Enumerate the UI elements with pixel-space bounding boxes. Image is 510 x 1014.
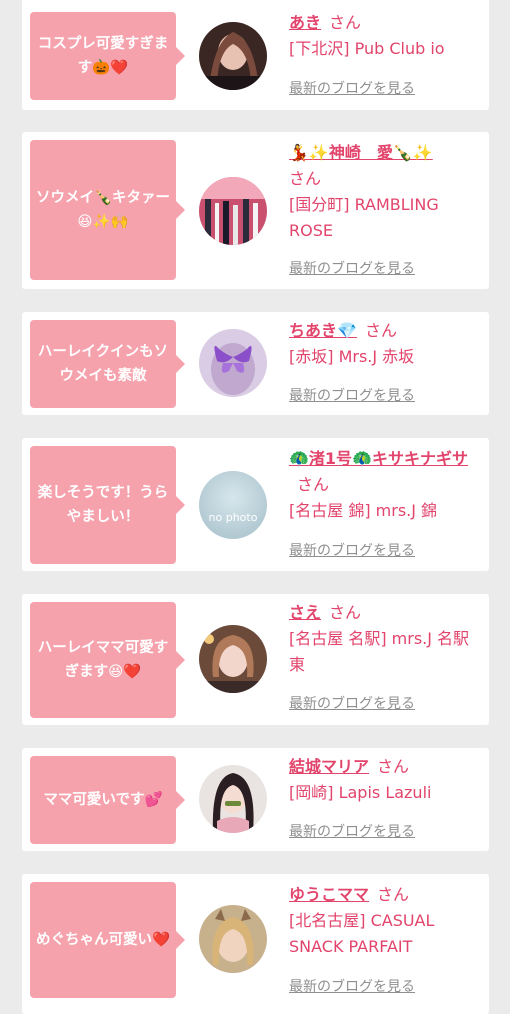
- comment-card: めぐちゃん可愛い❤️ ゆうこママ さん [北名古屋] CASUAL SNACK P…: [22, 874, 489, 1014]
- cast-name-link[interactable]: 結城マリア: [289, 757, 369, 776]
- comment-text: ソウメイ🍾キタァー😆✨🙌: [35, 190, 171, 230]
- shop-name: [下北沢] Pub Club io: [289, 39, 445, 58]
- shop-name: [国分町] RAMBLING ROSE: [289, 195, 439, 240]
- honorific: さん: [364, 321, 397, 340]
- latest-blog-link[interactable]: 最新のブログを見る: [289, 385, 415, 405]
- comment-card: ハーレイママ可愛すぎます😆❤️ さえ さん [名古屋 名駅] mrs.J 名駅東 …: [22, 594, 489, 725]
- comment-bubble: コスプレ可愛すぎます🎃❤️: [30, 12, 185, 100]
- avatar[interactable]: [199, 765, 267, 833]
- latest-blog-link[interactable]: 最新のブログを見る: [289, 821, 415, 841]
- comment-text: ハーレイクインもソウメイも素敵: [37, 344, 169, 384]
- comment-text: 楽しそうです！うらやましい！: [37, 485, 169, 525]
- comment-text: コスプレ可愛すぎます🎃❤️: [37, 36, 169, 76]
- cast-name-link[interactable]: あき: [289, 13, 321, 32]
- comment-card: ハーレイクインもソウメイも素敵 ちあき💎 さん [赤坂] Mrs.J 赤坂 最新の…: [22, 312, 489, 415]
- cast-name-link[interactable]: 💃✨神崎 愛🍾✨: [289, 143, 433, 162]
- comment-card: コスプレ可愛すぎます🎃❤️ あき さん [下北沢] Pub Club io 最新の…: [22, 0, 489, 110]
- cast-name-link[interactable]: 🦚渚1号🦚キサキナギサ: [289, 449, 468, 468]
- cast-info: 💃✨神崎 愛🍾✨ さん [国分町] RAMBLING ROSE: [289, 140, 485, 244]
- honorific: さん: [377, 757, 410, 776]
- cast-info: さえ さん [名古屋 名駅] mrs.J 名駅東: [289, 600, 485, 678]
- no-photo-label: no photo: [209, 511, 258, 524]
- comment-bubble: ソウメイ🍾キタァー😆✨🙌: [30, 140, 185, 280]
- cast-info: あき さん [下北沢] Pub Club io: [289, 10, 485, 62]
- cast-name-link[interactable]: さえ: [289, 603, 321, 622]
- avatar[interactable]: [199, 329, 267, 397]
- comment-card: 楽しそうです！うらやましい！ no photo 🦚渚1号🦚キサキナギサさん [名…: [22, 438, 489, 571]
- avatar-photo: [199, 765, 267, 833]
- avatar-photo: [199, 177, 267, 245]
- shop-name: [岡崎] Lapis Lazuli: [289, 783, 432, 802]
- honorific: さん: [297, 475, 330, 494]
- shop-name: [北名古屋] CASUAL SNACK PARFAIT: [289, 911, 435, 956]
- comment-card: ママ可愛いです💕 結城マリア さん [岡崎] Lapis Lazuli 最新のブロ…: [22, 748, 489, 851]
- comment-bubble: ハーレイクインもソウメイも素敵: [30, 320, 185, 408]
- cast-info: 結城マリア さん [岡崎] Lapis Lazuli: [289, 754, 485, 806]
- comment-card: ソウメイ🍾キタァー😆✨🙌 💃✨神崎 愛🍾✨ さん [国分町] RAMBLING R…: [22, 132, 489, 289]
- latest-blog-link[interactable]: 最新のブログを見る: [289, 976, 415, 996]
- comment-text: ハーレイママ可愛すぎます😆❤️: [37, 640, 169, 680]
- cast-info: ちあき💎 さん [赤坂] Mrs.J 赤坂: [289, 318, 485, 370]
- avatar-photo: [199, 22, 267, 90]
- honorific: さん: [289, 169, 322, 188]
- cast-info: ゆうこママ さん [北名古屋] CASUAL SNACK PARFAIT: [289, 882, 485, 960]
- latest-blog-link[interactable]: 最新のブログを見る: [289, 258, 415, 278]
- shop-name: [名古屋 名駅] mrs.J 名駅東: [289, 629, 470, 674]
- avatar-photo: [199, 625, 267, 693]
- shop-name: [名古屋 錦] mrs.J 錦: [289, 501, 438, 520]
- latest-blog-link[interactable]: 最新のブログを見る: [289, 693, 415, 713]
- avatar-photo: [199, 905, 267, 973]
- avatar[interactable]: [199, 177, 267, 245]
- cast-name-link[interactable]: ゆうこママ: [289, 885, 369, 904]
- shop-name: [赤坂] Mrs.J 赤坂: [289, 347, 415, 366]
- comment-text: めぐちゃん可愛い❤️: [35, 932, 171, 948]
- avatar-photo: [199, 329, 267, 397]
- latest-blog-link[interactable]: 最新のブログを見る: [289, 78, 415, 98]
- avatar[interactable]: no photo: [199, 471, 267, 539]
- avatar-photo: no photo: [199, 471, 267, 539]
- avatar[interactable]: [199, 22, 267, 90]
- cast-name-link[interactable]: ちあき💎: [289, 321, 357, 340]
- honorific: さん: [329, 13, 362, 32]
- honorific: さん: [329, 603, 362, 622]
- comment-text: ママ可愛いです💕: [43, 792, 163, 808]
- comment-bubble: めぐちゃん可愛い❤️: [30, 882, 185, 998]
- honorific: さん: [377, 885, 410, 904]
- latest-blog-link[interactable]: 最新のブログを見る: [289, 540, 415, 560]
- comment-bubble: 楽しそうです！うらやましい！: [30, 446, 185, 564]
- avatar[interactable]: [199, 905, 267, 973]
- avatar[interactable]: [199, 625, 267, 693]
- cast-info: 🦚渚1号🦚キサキナギサさん [名古屋 錦] mrs.J 錦: [289, 446, 485, 524]
- comment-bubble: ママ可愛いです💕: [30, 756, 185, 844]
- comment-bubble: ハーレイママ可愛すぎます😆❤️: [30, 602, 185, 718]
